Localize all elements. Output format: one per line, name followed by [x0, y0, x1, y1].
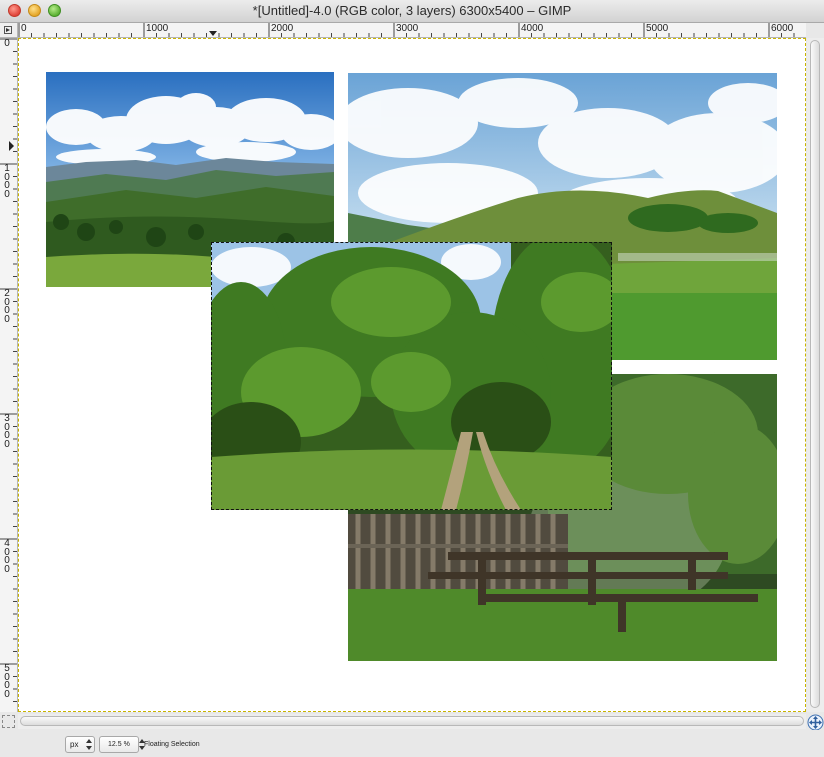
forest-path-photo[interactable] [211, 242, 612, 510]
menu-arrow-icon [4, 26, 12, 34]
unit-value: px [70, 740, 79, 749]
hruler-label: 4000 [521, 23, 544, 34]
vertical-ruler-ticks [0, 38, 17, 702]
status-message: Floating Selection [144, 741, 200, 748]
hruler-label: 0 [21, 23, 27, 34]
up-down-arrows-icon [86, 738, 93, 751]
vertical-scrollbar[interactable] [807, 38, 824, 712]
vruler-label: 3000 [4, 413, 10, 450]
ruler-corner-menu-button[interactable] [0, 23, 18, 38]
navigate-icon[interactable] [807, 714, 824, 731]
zoom-value: 12.5 % [108, 741, 130, 748]
vruler-label: 4000 [4, 538, 10, 575]
vruler-label: 2000 [4, 288, 10, 325]
pointer-position-marker [9, 141, 14, 151]
status-bar: px 12.5 % Floating Selection [0, 730, 824, 757]
title-bar: *[Untitled]-4.0 (RGB color, 3 layers) 63… [0, 0, 824, 23]
hruler-label: 2000 [271, 23, 294, 34]
vruler-label: 5000 [4, 663, 10, 700]
vruler-label: 0 [4, 38, 10, 49]
horizontal-scrollbar[interactable] [18, 714, 806, 729]
vruler-label: 1000 [4, 163, 10, 200]
horizontal-ruler[interactable]: 0 1000 2000 3000 4000 5000 6000 [18, 23, 806, 38]
window-title: *[Untitled]-4.0 (RGB color, 3 layers) 63… [252, 3, 572, 18]
hruler-label: 1000 [146, 23, 169, 34]
zoom-selector[interactable]: 12.5 % [99, 736, 145, 753]
hruler-label: 3000 [396, 23, 419, 34]
unit-selector[interactable]: px [65, 736, 95, 753]
pointer-position-marker [209, 31, 217, 36]
vertical-scrollbar-thumb[interactable] [810, 40, 820, 708]
forest-path-image [211, 242, 612, 510]
quick-mask-toggle-icon[interactable] [2, 715, 15, 728]
vertical-ruler[interactable]: 0 1000 2000 3000 4000 5000 [0, 38, 18, 712]
hruler-label: 5000 [646, 23, 669, 34]
image-canvas[interactable] [18, 38, 806, 712]
hruler-label: 6000 [771, 23, 794, 34]
horizontal-scrollbar-thumb[interactable] [20, 716, 804, 726]
